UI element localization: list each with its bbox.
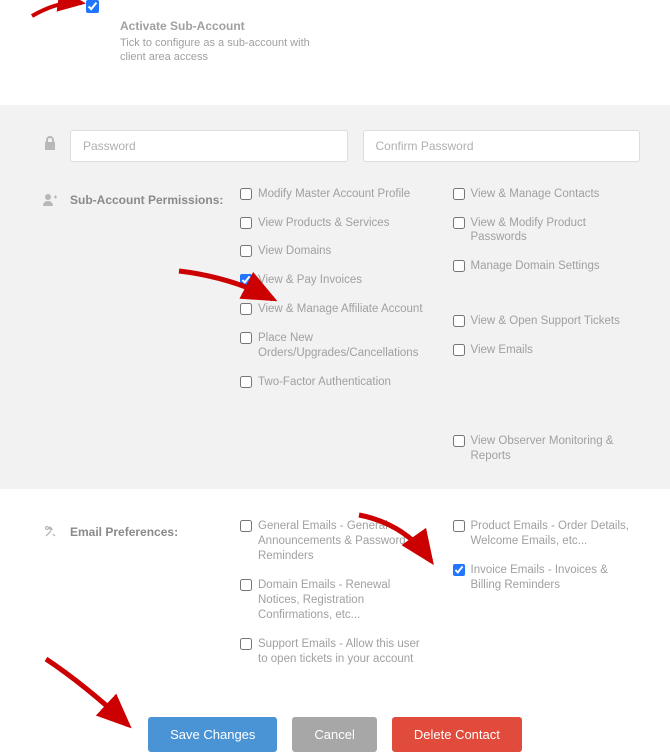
permission-checkbox[interactable] (453, 520, 465, 532)
checkbox-item: Modify Master Account Profile (240, 187, 428, 202)
activate-label: Activate Sub-Account (120, 19, 640, 33)
permission-checkbox[interactable] (453, 188, 465, 200)
checkbox-item: Product Emails - Order Details, Welcome … (453, 519, 641, 549)
permission-checkbox[interactable] (453, 344, 465, 356)
checkbox-item: Support Emails - Allow this user to open… (240, 637, 428, 667)
permission-label: View Products & Services (258, 216, 389, 231)
email-prefs-right-column: Product Emails - Order Details, Welcome … (453, 519, 641, 667)
checkbox-item: View & Pay Invoices (240, 273, 428, 288)
checkbox-item: Domain Emails - Renewal Notices, Registr… (240, 578, 428, 623)
permission-label: View Domains (258, 244, 331, 259)
permissions-left-column: Modify Master Account Profile View Produc… (240, 187, 428, 465)
permissions-right-column: View & Manage Contacts View & Modify Prod… (453, 187, 641, 465)
activate-description: Tick to configure as a sub-account with … (120, 36, 320, 65)
checkbox-item: Invoice Emails - Invoices & Billing Remi… (453, 563, 641, 593)
checkbox-item: View & Modify Product Passwords (453, 216, 641, 246)
permission-checkbox[interactable] (240, 274, 252, 286)
permission-label: Modify Master Account Profile (258, 187, 410, 202)
checkbox-item: View & Manage Affiliate Account (240, 302, 428, 317)
permission-checkbox[interactable] (453, 435, 465, 447)
permission-label: View & Manage Contacts (471, 187, 600, 202)
permission-label: Invoice Emails - Invoices & Billing Remi… (471, 563, 641, 593)
checkbox-item: Two-Factor Authentication (240, 375, 428, 390)
cancel-button[interactable]: Cancel (292, 717, 376, 752)
lock-icon (30, 130, 70, 150)
permission-label: Place New Orders/Upgrades/Cancellations (258, 331, 428, 361)
checkbox-item: View Emails (453, 343, 641, 358)
permission-label: Two-Factor Authentication (258, 375, 391, 390)
permission-checkbox[interactable] (240, 245, 252, 257)
permission-label: View & Pay Invoices (258, 273, 362, 288)
permission-label: Support Emails - Allow this user to open… (258, 637, 428, 667)
checkbox-item: General Emails - General Announcements &… (240, 519, 428, 564)
permission-checkbox[interactable] (240, 303, 252, 315)
activate-sub-account-checkbox[interactable] (86, 0, 99, 13)
permission-label: Manage Domain Settings (471, 259, 600, 274)
permission-checkbox[interactable] (240, 376, 252, 388)
permission-label: General Emails - General Announcements &… (258, 519, 428, 564)
permission-checkbox[interactable] (240, 332, 252, 344)
permission-label: View & Open Support Tickets (471, 314, 620, 329)
tools-icon (30, 519, 70, 538)
confirm-password-input[interactable] (363, 130, 641, 162)
email-prefs-heading: Email Preferences: (70, 519, 240, 539)
permission-label: Domain Emails - Renewal Notices, Registr… (258, 578, 428, 623)
permission-checkbox[interactable] (240, 579, 252, 591)
permission-label: View Emails (471, 343, 533, 358)
user-icon (30, 187, 70, 206)
permission-label: View Observer Monitoring & Reports (471, 434, 641, 464)
permission-checkbox[interactable] (453, 564, 465, 576)
permission-label: View & Modify Product Passwords (471, 216, 641, 246)
permission-checkbox[interactable] (453, 217, 465, 229)
checkbox-item: Manage Domain Settings (453, 259, 641, 274)
permission-checkbox[interactable] (240, 520, 252, 532)
save-changes-button[interactable]: Save Changes (148, 717, 277, 752)
permission-checkbox[interactable] (453, 260, 465, 272)
checkbox-item: View & Open Support Tickets (453, 314, 641, 329)
annotation-arrow (30, 0, 90, 24)
permission-checkbox[interactable] (240, 188, 252, 200)
permission-checkbox[interactable] (240, 217, 252, 229)
permissions-heading: Sub-Account Permissions: (70, 187, 240, 207)
checkbox-item: View & Manage Contacts (453, 187, 641, 202)
checkbox-item: Place New Orders/Upgrades/Cancellations (240, 331, 428, 361)
permission-checkbox[interactable] (240, 638, 252, 650)
checkbox-item: View Products & Services (240, 216, 428, 231)
checkbox-item: View Observer Monitoring & Reports (453, 434, 641, 464)
email-prefs-left-column: General Emails - General Announcements &… (240, 519, 428, 667)
permission-label: Product Emails - Order Details, Welcome … (471, 519, 641, 549)
permission-checkbox[interactable] (453, 315, 465, 327)
checkbox-item: View Domains (240, 244, 428, 259)
delete-contact-button[interactable]: Delete Contact (392, 717, 522, 752)
password-input[interactable] (70, 130, 348, 162)
permission-label: View & Manage Affiliate Account (258, 302, 423, 317)
